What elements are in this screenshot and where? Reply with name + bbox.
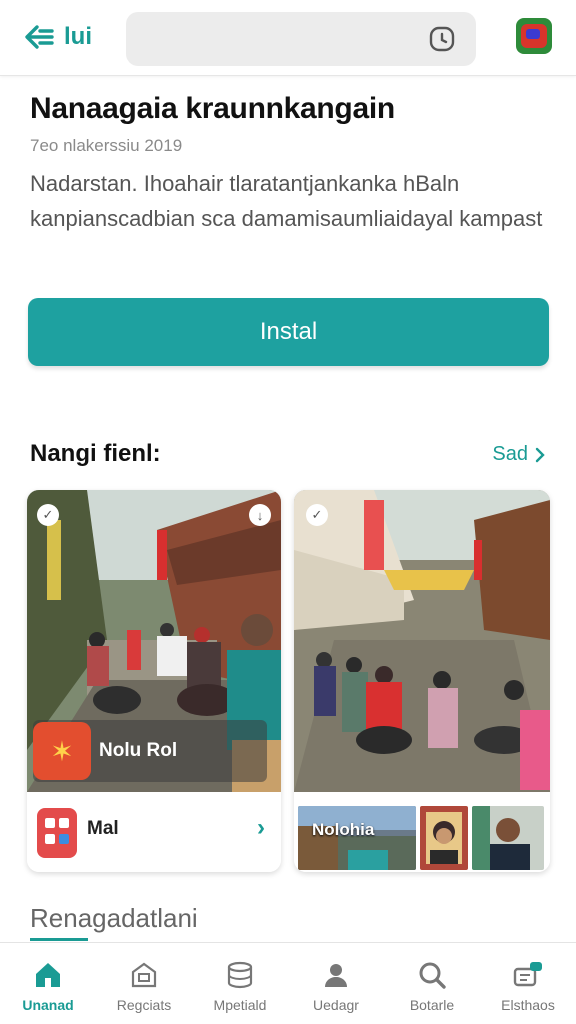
app-subtitle: 7eo nlakerssiu 2019 xyxy=(30,136,183,155)
back-label: lui xyxy=(64,23,92,50)
card-footer[interactable]: Nolohia xyxy=(294,792,550,872)
section-title: Nangi fienl: xyxy=(30,440,161,467)
nav-item-inbox[interactable]: Elsthaos xyxy=(480,943,576,1024)
nav-label: Unanad xyxy=(22,997,74,1013)
download-icon[interactable]: ↓ xyxy=(249,504,271,526)
back-arrow-icon xyxy=(25,25,54,49)
home-icon xyxy=(36,963,60,987)
bottom-navigation: Unanad Regciats Mpetiald Uedagr Botarle … xyxy=(0,942,576,1024)
chevron-right-icon[interactable]: › xyxy=(257,814,265,842)
install-button[interactable]: Instal xyxy=(28,298,549,366)
nav-item-database[interactable]: Mpetiald xyxy=(192,943,288,1024)
card-footer-label: Mal xyxy=(87,818,119,839)
app-description: Nadarstan. Ihoahair tlaratantjankanka hB… xyxy=(30,171,543,231)
screenshot-card[interactable]: ✓ ↓ ✶ Nolu Rol Mal › xyxy=(27,490,281,872)
select-check-icon[interactable]: ✓ xyxy=(306,504,328,526)
store-icon xyxy=(131,962,157,988)
section-underline xyxy=(30,938,88,941)
nav-label: Regciats xyxy=(116,997,172,1013)
select-check-icon[interactable]: ✓ xyxy=(37,504,59,526)
nav-item-store[interactable]: Regciats xyxy=(96,943,192,1024)
nav-item-home[interactable]: Unanad xyxy=(0,943,96,1024)
thumbnail-strip: Nolohia xyxy=(298,806,544,870)
overlay-label: Nolu Rol xyxy=(99,740,178,761)
app-logo-icon: ✶ xyxy=(33,722,91,780)
nav-item-search[interactable]: Botarle xyxy=(384,943,480,1024)
app-title: Nanaagaia kraunnkangain xyxy=(30,92,395,125)
search-input[interactable] xyxy=(126,12,476,66)
thumbnail-street[interactable]: Nolohia xyxy=(298,806,416,870)
grid-app-icon xyxy=(37,808,77,858)
thumbnail-portrait[interactable] xyxy=(420,806,468,870)
see-all-label: Sad xyxy=(492,443,528,465)
nav-item-user[interactable]: Uedagr xyxy=(288,943,384,1024)
market-street-photo xyxy=(294,490,550,792)
back-button[interactable]: lui xyxy=(22,20,92,54)
section2-title: Renagadatlani xyxy=(30,903,198,933)
thumbnail-person[interactable] xyxy=(472,806,544,870)
nav-label: Mpetiald xyxy=(213,997,267,1013)
nav-label: Botarle xyxy=(409,997,455,1013)
screenshot-card[interactable]: ✓ Nolohia xyxy=(294,490,550,872)
top-bar: lui xyxy=(0,0,576,76)
card-footer[interactable]: Mal › xyxy=(27,792,281,872)
database-icon xyxy=(227,961,253,989)
chevron-right-icon xyxy=(535,447,545,462)
app-avatar-icon[interactable] xyxy=(516,18,552,54)
user-icon xyxy=(325,964,347,987)
thumbnail-label: Nolohia xyxy=(312,820,375,839)
inbox-icon xyxy=(513,962,542,987)
nav-label: Elsthaos xyxy=(501,997,555,1013)
search-icon xyxy=(419,962,446,989)
see-all-link[interactable]: Sad xyxy=(492,443,546,466)
overlay-app-banner[interactable]: ✶ Nolu Rol xyxy=(33,720,267,782)
search-action-icon[interactable] xyxy=(428,25,456,53)
nav-label: Uedagr xyxy=(313,997,359,1013)
